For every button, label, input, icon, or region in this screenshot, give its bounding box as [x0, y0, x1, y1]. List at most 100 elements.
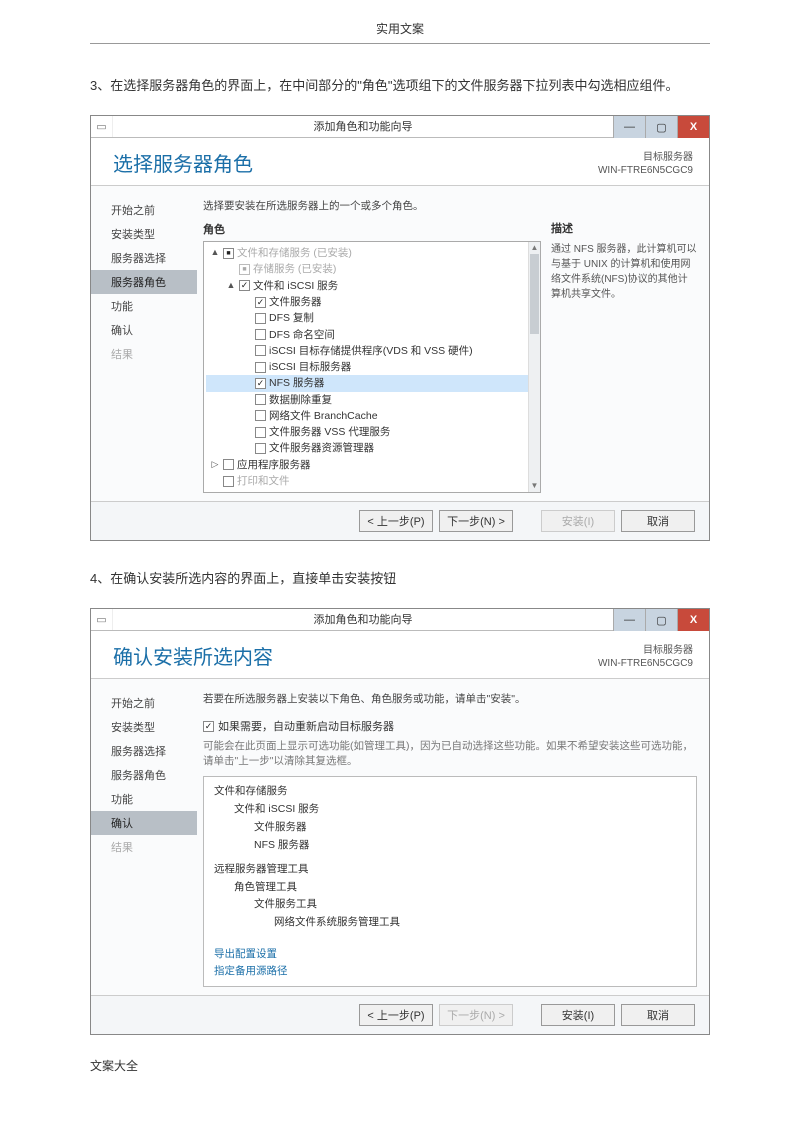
role-label: 应用程序服务器 [237, 457, 311, 473]
role-checkbox[interactable] [223, 248, 234, 259]
scroll-up-icon[interactable]: ▲ [529, 242, 540, 254]
role-item[interactable]: 打印和文件 [206, 473, 538, 489]
cancel-button[interactable]: 取消 [621, 1004, 695, 1026]
target-label: 目标服务器 [598, 644, 693, 657]
tree-twisty-icon[interactable]: ▲ [210, 246, 220, 260]
alt-source-link[interactable]: 指定备用源路径 [214, 963, 686, 980]
role-item[interactable]: 数据删除重复 [206, 392, 538, 408]
confirm-item: 文件服务工具 [214, 896, 686, 914]
role-checkbox[interactable] [239, 264, 250, 275]
note-text: 可能会在此页面上显示可选功能(如管理工具)，因为已自动选择这些功能。如果不希望安… [203, 738, 697, 768]
role-checkbox[interactable] [255, 443, 266, 454]
scrollbar-thumb[interactable] [530, 254, 539, 334]
scrollbar[interactable]: ▲ ▼ [528, 242, 540, 492]
role-item[interactable]: ▷ 应用程序服务器 [206, 457, 538, 473]
nav-item[interactable]: 确认 [91, 318, 197, 342]
role-label: 数据删除重复 [269, 392, 332, 408]
window-titlebar: ▭ 添加角色和功能向导 — ▢ X [91, 609, 709, 631]
install-button: 安装(I) [541, 510, 615, 532]
maximize-button[interactable]: ▢ [645, 116, 677, 138]
role-item[interactable]: 网络文件 BranchCache [206, 408, 538, 424]
nav-item[interactable]: 安装类型 [91, 715, 197, 739]
role-checkbox[interactable] [255, 410, 266, 421]
role-checkbox[interactable] [223, 459, 234, 470]
auto-restart-label: 如果需要，自动重新启动目标服务器 [218, 718, 394, 734]
role-checkbox[interactable] [223, 476, 234, 487]
role-checkbox[interactable] [255, 394, 266, 405]
nav-item[interactable]: 服务器选择 [91, 739, 197, 763]
nav-item[interactable]: 功能 [91, 294, 197, 318]
role-label: iSCSI 目标存储提供程序(VDS 和 VSS 硬件) [269, 343, 473, 359]
step-3-text: 3、在选择服务器角色的界面上，在中间部分的"角色"选项组下的文件服务器下拉列表中… [90, 70, 710, 101]
roles-tree: ▲文件和存储服务 (已安装)存储服务 (已安装)▲文件和 iSCSI 服务文件服… [203, 241, 541, 493]
role-label: 网络文件 BranchCache [269, 408, 378, 424]
maximize-button[interactable]: ▢ [645, 609, 677, 631]
role-checkbox[interactable] [255, 313, 266, 324]
window-titlebar: ▭ 添加角色和功能向导 — ▢ X [91, 116, 709, 138]
role-checkbox[interactable] [255, 427, 266, 438]
role-label: 存储服务 (已安装) [253, 261, 336, 277]
confirm-item: NFS 服务器 [214, 837, 686, 855]
install-button[interactable]: 安装(I) [541, 1004, 615, 1026]
role-item[interactable]: 文件服务器资源管理器 [206, 440, 538, 456]
role-item[interactable]: 文件服务器 VSS 代理服务 [206, 424, 538, 440]
tree-twisty-icon[interactable]: ▷ [210, 458, 220, 472]
role-item[interactable]: DFS 复制 [206, 310, 538, 326]
nav-item[interactable]: 确认 [91, 811, 197, 835]
prev-button[interactable]: < 上一步(P) [359, 510, 433, 532]
screenshot-select-roles: ▭ 添加角色和功能向导 — ▢ X 选择服务器角色 目标服务器 WIN-FTRE… [90, 115, 710, 541]
window-icon: ▭ [91, 609, 113, 630]
role-item[interactable]: iSCSI 目标存储提供程序(VDS 和 VSS 硬件) [206, 343, 538, 359]
role-label: 文件服务器 VSS 代理服务 [269, 424, 390, 440]
cancel-button[interactable]: 取消 [621, 510, 695, 532]
nav-item[interactable]: 功能 [91, 787, 197, 811]
confirm-item: 网络文件系统服务管理工具 [214, 914, 686, 932]
description-text: 通过 NFS 服务器，此计算机可以与基于 UNIX 的计算机和使用网络文件系统(… [551, 242, 697, 302]
next-button[interactable]: 下一步(N) > [439, 510, 513, 532]
export-config-link[interactable]: 导出配置设置 [214, 946, 686, 963]
role-item[interactable]: ▲文件和 iSCSI 服务 [206, 278, 538, 294]
close-button[interactable]: X [677, 116, 709, 138]
role-item[interactable]: NFS 服务器 [206, 375, 538, 391]
nav-item: 结果 [91, 342, 197, 366]
screenshot-confirm-install: ▭ 添加角色和功能向导 — ▢ X 确认安装所选内容 目标服务器 WIN-FTR… [90, 608, 710, 1034]
role-item[interactable]: iSCSI 目标服务器 [206, 359, 538, 375]
minimize-button[interactable]: — [613, 609, 645, 631]
auto-restart-checkbox[interactable] [203, 721, 214, 732]
wizard-header: 确认安装所选内容 目标服务器 WIN-FTRE6N5CGC9 [91, 631, 709, 679]
role-label: 文件服务器 [269, 294, 322, 310]
nav-item[interactable]: 开始之前 [91, 198, 197, 222]
minimize-button[interactable]: — [613, 116, 645, 138]
confirm-item: 文件和存储服务 [214, 783, 686, 801]
confirm-item: 文件和 iSCSI 服务 [214, 801, 686, 819]
role-item[interactable]: DFS 命名空间 [206, 327, 538, 343]
role-item[interactable]: 文件服务器 [206, 294, 538, 310]
wizard-nav: 开始之前安装类型服务器选择服务器角色功能确认结果 [91, 679, 197, 994]
scroll-down-icon[interactable]: ▼ [529, 480, 540, 492]
prev-button[interactable]: < 上一步(P) [359, 1004, 433, 1026]
role-checkbox[interactable] [255, 297, 266, 308]
window-icon: ▭ [91, 116, 113, 137]
role-checkbox[interactable] [255, 362, 266, 373]
role-checkbox[interactable] [239, 280, 250, 291]
doc-footer: 文案大全 [90, 1057, 710, 1074]
target-label: 目标服务器 [598, 151, 693, 164]
role-item[interactable]: ▲文件和存储服务 (已安装) [206, 245, 538, 261]
role-checkbox[interactable] [255, 329, 266, 340]
description-header: 描述 [551, 221, 697, 238]
role-item[interactable]: 存储服务 (已安装) [206, 261, 538, 277]
target-value: WIN-FTRE6N5CGC9 [598, 657, 693, 670]
role-label: DFS 复制 [269, 310, 314, 326]
nav-item[interactable]: 开始之前 [91, 691, 197, 715]
tree-twisty-icon[interactable]: ▲ [226, 279, 236, 293]
nav-item[interactable]: 服务器角色 [91, 763, 197, 787]
role-checkbox[interactable] [255, 345, 266, 356]
nav-item[interactable]: 服务器角色 [91, 270, 197, 294]
nav-item[interactable]: 安装类型 [91, 222, 197, 246]
role-label: 文件服务器资源管理器 [269, 440, 374, 456]
close-button[interactable]: X [677, 609, 709, 631]
nav-item[interactable]: 服务器选择 [91, 246, 197, 270]
role-checkbox[interactable] [255, 378, 266, 389]
doc-header: 实用文案 [90, 20, 710, 44]
step-4-text: 4、在确认安装所选内容的界面上，直接单击安装按钮 [90, 563, 710, 594]
